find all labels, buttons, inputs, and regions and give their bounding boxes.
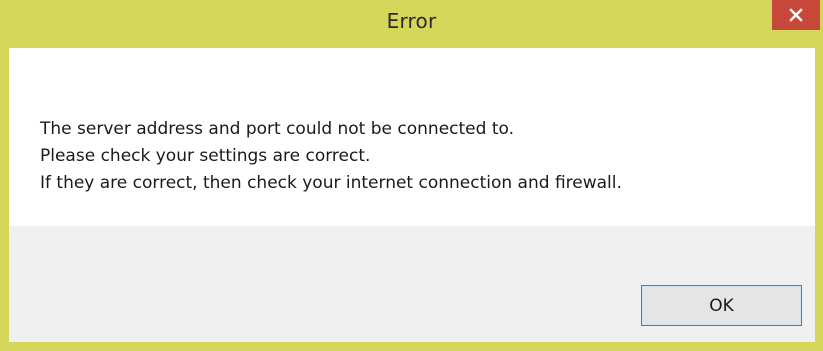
message-area: The server address and port could not be…	[9, 48, 815, 226]
dialog-body: The server address and port could not be…	[9, 48, 815, 342]
title-bar[interactable]: Error	[0, 0, 823, 48]
dialog-title: Error	[386, 9, 437, 33]
error-message: The server address and port could not be…	[40, 116, 622, 197]
message-line: Please check your settings are correct.	[40, 146, 371, 166]
close-button[interactable]	[772, 0, 820, 30]
error-dialog: Error The server address and port could …	[0, 0, 823, 351]
ok-button[interactable]: OK	[641, 285, 802, 326]
message-line: The server address and port could not be…	[40, 119, 514, 139]
close-icon	[789, 8, 803, 22]
button-bar: OK	[9, 226, 815, 342]
message-line: If they are correct, then check your int…	[40, 173, 622, 193]
